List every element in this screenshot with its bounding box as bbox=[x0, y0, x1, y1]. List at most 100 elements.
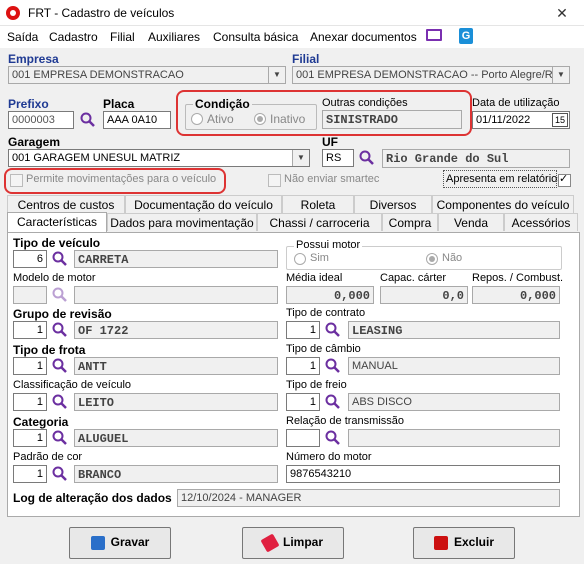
menu-bar: Saída Cadastro Filial Auxiliares Consult… bbox=[0, 26, 584, 48]
search-icon[interactable] bbox=[51, 357, 69, 375]
tab-venda[interactable]: Venda bbox=[438, 213, 504, 231]
tipo-cambio-code[interactable]: 1 bbox=[286, 357, 320, 375]
menu-saida[interactable]: Saída bbox=[7, 30, 38, 44]
apresenta-label: Apresenta em relatórios bbox=[446, 173, 563, 185]
search-icon[interactable] bbox=[51, 465, 69, 483]
apresenta-checkbox[interactable] bbox=[558, 172, 571, 187]
menu-filial[interactable]: Filial bbox=[110, 30, 135, 44]
data-utilizacao-input[interactable]: 01/11/2022 15 bbox=[472, 111, 570, 129]
nao-enviar-checkbox[interactable] bbox=[268, 174, 281, 187]
classificacao-code[interactable]: 1 bbox=[13, 393, 47, 411]
tipo-frota-desc: ANTT bbox=[74, 357, 278, 375]
monitor-icon[interactable] bbox=[426, 29, 442, 41]
search-icon[interactable] bbox=[79, 111, 97, 129]
empresa-combo[interactable]: 001 EMPRESA DEMONSTRACAO ▼ bbox=[8, 66, 286, 84]
help-icon[interactable]: G bbox=[459, 28, 473, 44]
tab-chassi[interactable]: Chassi / carroceria bbox=[257, 213, 382, 231]
chevron-down-icon[interactable]: ▼ bbox=[268, 67, 285, 83]
uf-code-input[interactable]: RS bbox=[322, 149, 354, 167]
search-icon[interactable] bbox=[324, 321, 342, 339]
radio-sim[interactable] bbox=[294, 253, 306, 265]
tipo-frota-code[interactable]: 1 bbox=[13, 357, 47, 375]
tab-roleta[interactable]: Roleta bbox=[282, 195, 354, 213]
chevron-down-icon[interactable]: ▼ bbox=[552, 67, 569, 83]
modelo-motor-label: Modelo de motor bbox=[13, 272, 96, 284]
padrao-cor-code[interactable]: 1 bbox=[13, 465, 47, 483]
tipo-veiculo-desc: CARRETA bbox=[74, 250, 278, 268]
calendar-icon[interactable]: 15 bbox=[552, 113, 568, 127]
placa-label: Placa bbox=[103, 97, 135, 111]
relacao-transmissao-desc bbox=[348, 429, 560, 447]
menu-anexar-documentos[interactable]: Anexar documentos bbox=[310, 30, 417, 44]
gravar-label: Gravar bbox=[110, 535, 150, 549]
tipo-contrato-code[interactable]: 1 bbox=[286, 321, 320, 339]
search-icon[interactable] bbox=[358, 149, 376, 167]
radio-ativo[interactable] bbox=[191, 113, 203, 125]
window-title: FRT - Cadastro de veículos bbox=[28, 6, 175, 20]
classificacao-desc: LEITO bbox=[74, 393, 278, 411]
search-icon[interactable] bbox=[324, 429, 342, 447]
excluir-label: Excluir bbox=[453, 535, 495, 549]
search-icon[interactable] bbox=[324, 357, 342, 375]
chevron-down-icon[interactable]: ▼ bbox=[292, 150, 309, 166]
media-ideal-field: 0,000 bbox=[286, 286, 374, 304]
radio-nao-label: Não bbox=[442, 252, 463, 264]
tab-componentes[interactable]: Componentes do veículo bbox=[432, 195, 574, 213]
search-icon[interactable] bbox=[51, 250, 69, 268]
placa-input[interactable]: AAA 0A10 bbox=[103, 111, 171, 129]
search-icon[interactable] bbox=[51, 429, 69, 447]
categoria-code[interactable]: 1 bbox=[13, 429, 47, 447]
radio-inativo[interactable] bbox=[254, 113, 266, 125]
numero-motor-input[interactable]: 9876543210 bbox=[286, 465, 560, 483]
limpar-button[interactable]: Limpar bbox=[242, 527, 344, 559]
empresa-label: Empresa bbox=[8, 52, 59, 66]
categoria-label: Categoria bbox=[13, 415, 69, 429]
tab-diversos[interactable]: Diversos bbox=[354, 195, 432, 213]
tipo-cambio-label: Tipo de câmbio bbox=[286, 343, 361, 355]
tab-caracteristicas[interactable]: Características bbox=[7, 212, 107, 232]
gravar-button[interactable]: Gravar bbox=[69, 527, 171, 559]
menu-consulta-basica[interactable]: Consulta básica bbox=[213, 30, 298, 44]
tab-documentacao[interactable]: Documentação do veículo bbox=[125, 195, 282, 213]
padrao-cor-label: Padrão de cor bbox=[13, 451, 83, 463]
search-icon[interactable] bbox=[324, 393, 342, 411]
categoria-desc: ALUGUEL bbox=[74, 429, 278, 447]
padrao-cor-desc: BRANCO bbox=[74, 465, 278, 483]
capac-carter-label: Capac. cárter bbox=[380, 272, 447, 284]
tipo-veiculo-code[interactable]: 6 bbox=[13, 250, 47, 268]
empresa-value: 001 EMPRESA DEMONSTRACAO bbox=[12, 69, 184, 81]
tab-centros-custos[interactable]: Centros de custos bbox=[7, 195, 125, 213]
close-icon[interactable]: ✕ bbox=[548, 3, 576, 23]
eraser-icon bbox=[260, 533, 280, 553]
tab-compra[interactable]: Compra bbox=[382, 213, 438, 231]
tipo-freio-label: Tipo de freio bbox=[286, 379, 347, 391]
menu-auxiliares[interactable]: Auxiliares bbox=[148, 30, 200, 44]
menu-cadastro[interactable]: Cadastro bbox=[49, 30, 98, 44]
tipo-contrato-label: Tipo de contrato bbox=[286, 307, 366, 319]
search-icon[interactable] bbox=[51, 393, 69, 411]
radio-nao[interactable] bbox=[426, 253, 438, 265]
garagem-combo[interactable]: 001 GARAGEM UNESUL MATRIZ ▼ bbox=[8, 149, 310, 167]
data-utilizacao-label: Data de utilização bbox=[472, 97, 560, 109]
filial-combo[interactable]: 001 EMPRESA DEMONSTRACAO -- Porto Alegre… bbox=[292, 66, 570, 84]
tipo-freio-code[interactable]: 1 bbox=[286, 393, 320, 411]
search-icon bbox=[51, 286, 69, 304]
prefixo-input[interactable]: 0000003 bbox=[8, 111, 74, 129]
tipo-freio-desc: ABS DISCO bbox=[348, 393, 560, 411]
grupo-revisao-code[interactable]: 1 bbox=[13, 321, 47, 339]
tab-acessorios[interactable]: Acessórios bbox=[504, 213, 578, 231]
search-icon[interactable] bbox=[51, 321, 69, 339]
radio-sim-label: Sim bbox=[310, 252, 329, 264]
grupo-revisao-label: Grupo de revisão bbox=[13, 307, 112, 321]
filial-label: Filial bbox=[292, 52, 320, 66]
uf-label: UF bbox=[322, 135, 338, 149]
excluir-button[interactable]: Excluir bbox=[413, 527, 515, 559]
radio-ativo-label: Ativo bbox=[207, 112, 234, 126]
filial-value: 001 EMPRESA DEMONSTRACAO -- Porto Alegre… bbox=[296, 69, 561, 81]
permite-mov-checkbox[interactable] bbox=[10, 174, 23, 187]
save-icon bbox=[90, 535, 105, 550]
log-field: 12/10/2024 - MANAGER bbox=[177, 489, 560, 507]
tab-dados-movimentacao[interactable]: Dados para movimentação bbox=[107, 213, 257, 231]
relacao-transmissao-code[interactable] bbox=[286, 429, 320, 447]
uf-name-field: Rio Grande do Sul bbox=[382, 149, 570, 168]
